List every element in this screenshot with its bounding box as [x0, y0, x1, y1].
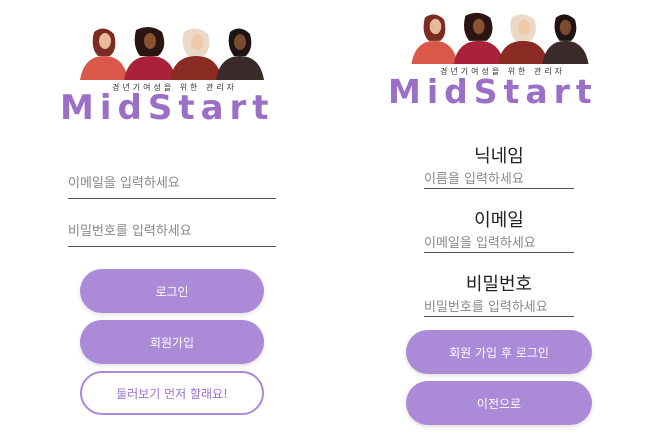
women-illustration	[411, 12, 589, 64]
signup-submit-button[interactable]: 회원 가입 후 로그인	[406, 330, 592, 374]
password-input[interactable]	[424, 300, 574, 315]
signup-screen: 경년기여성을 위한 관리자 MidStart 닉네임 이메일 비밀번호 회원 가…	[336, 0, 672, 442]
brand-logo: MidStart	[60, 88, 275, 128]
email-input[interactable]	[68, 176, 276, 191]
nickname-label: 닉네임	[474, 146, 524, 167]
back-button[interactable]: 이전으로	[406, 381, 592, 425]
email-label: 이메일	[474, 210, 524, 231]
browse-first-button[interactable]: 둘러보기 먼저 할래요!	[80, 371, 264, 415]
email-field[interactable]	[424, 232, 574, 253]
login-button[interactable]: 로그인	[80, 269, 264, 313]
nickname-field[interactable]	[424, 168, 574, 189]
brand-logo: MidStart	[388, 72, 598, 111]
email-input[interactable]	[424, 236, 574, 251]
nickname-input[interactable]	[424, 172, 574, 187]
email-field[interactable]	[68, 172, 276, 199]
password-label: 비밀번호	[465, 274, 533, 295]
signup-button[interactable]: 회원가입	[80, 320, 264, 364]
password-input[interactable]	[68, 224, 276, 239]
login-screen: 경년기여성을 위한 관리자 MidStart 로그인 회원가입 둘러보기 먼저 …	[0, 0, 336, 442]
password-field[interactable]	[68, 220, 276, 247]
women-illustration	[80, 26, 264, 80]
password-field[interactable]	[424, 296, 574, 317]
